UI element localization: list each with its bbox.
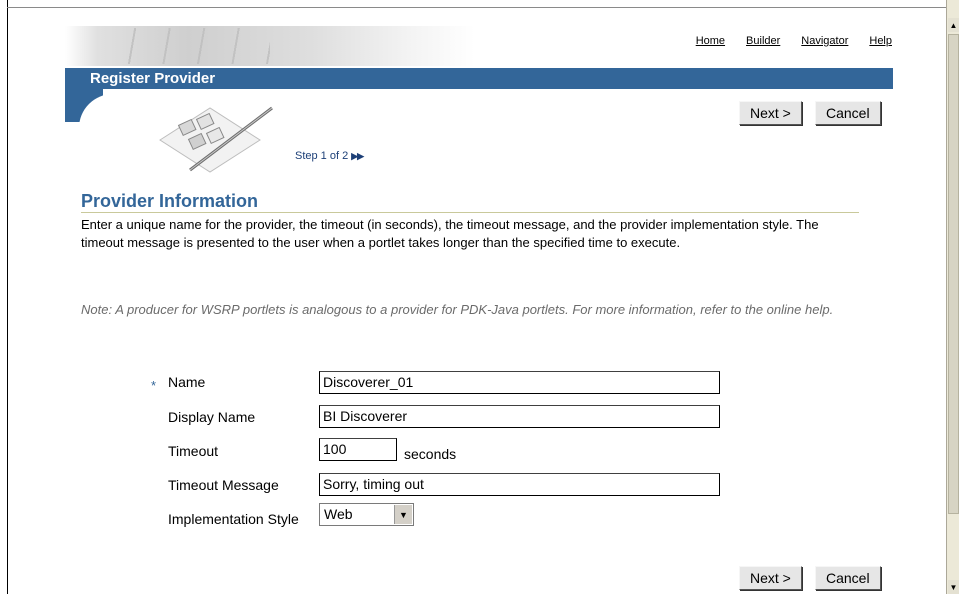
section-divider bbox=[81, 212, 859, 213]
global-nav: Home Builder Navigator Help bbox=[696, 35, 892, 47]
step-indicator: Step 1 of 2 ▶▶ bbox=[295, 150, 364, 162]
timeout-message-field[interactable]: Sorry, timing out bbox=[319, 473, 720, 496]
cancel-button-top[interactable]: Cancel bbox=[815, 101, 881, 125]
section-description: Enter a unique name for the provider, th… bbox=[81, 217, 819, 250]
required-icon: * bbox=[151, 378, 157, 393]
title-bar-curve bbox=[65, 88, 119, 134]
timeout-field[interactable]: 100 bbox=[319, 438, 397, 461]
display-name-label: Display Name bbox=[168, 409, 256, 425]
display-name-field[interactable]: BI Discoverer bbox=[319, 405, 720, 428]
section-title: Provider Information bbox=[81, 191, 259, 211]
next-button-top[interactable]: Next > bbox=[739, 101, 802, 125]
scroll-down-icon[interactable]: ▼ bbox=[948, 580, 959, 594]
step-text: Step 1 of 2 bbox=[295, 150, 349, 162]
section-note: Note: A producer for WSRP portlets is an… bbox=[81, 302, 834, 317]
implementation-style-value: Web bbox=[324, 506, 353, 522]
timeout-label: Timeout bbox=[168, 443, 219, 459]
name-field[interactable]: Discoverer_01 bbox=[319, 371, 720, 394]
implementation-style-label: Implementation Style bbox=[168, 511, 299, 527]
scroll-thumb[interactable] bbox=[948, 34, 959, 514]
builder-link[interactable]: Builder bbox=[746, 35, 780, 47]
window-top-border bbox=[7, 7, 947, 8]
chevron-down-icon[interactable]: ▼ bbox=[394, 505, 412, 524]
wizard-illustration-icon bbox=[159, 106, 273, 173]
timeout-message-label: Timeout Message bbox=[168, 477, 279, 493]
home-link[interactable]: Home bbox=[696, 35, 725, 47]
navigator-link[interactable]: Navigator bbox=[801, 35, 848, 47]
implementation-style-select[interactable]: Web ▼ bbox=[319, 503, 414, 526]
scroll-up-icon[interactable]: ▲ bbox=[948, 18, 959, 32]
double-arrow-icon: ▶▶ bbox=[351, 151, 364, 161]
timeout-unit: seconds bbox=[404, 446, 457, 462]
cancel-button-bottom[interactable]: Cancel bbox=[815, 566, 881, 590]
next-button-bottom[interactable]: Next > bbox=[739, 566, 802, 590]
name-label: Name bbox=[168, 374, 206, 390]
window-left-border bbox=[7, 0, 8, 594]
help-link[interactable]: Help bbox=[869, 35, 892, 47]
page-title: Register Provider bbox=[90, 70, 216, 87]
banner-graphic bbox=[65, 26, 475, 66]
vertical-scrollbar[interactable]: ▲ ▼ bbox=[946, 0, 959, 594]
